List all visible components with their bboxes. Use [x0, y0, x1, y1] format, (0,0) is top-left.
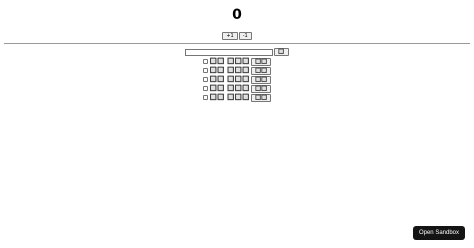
todo-item: 🔲🔲 🔲🔲🔲 🔲🔲	[0, 93, 474, 102]
todo-text: 🔲🔲 🔲🔲🔲	[209, 94, 250, 101]
divider	[4, 43, 470, 44]
counter-value: 0	[232, 7, 242, 23]
todo-text: 🔲🔲 🔲🔲🔲	[209, 85, 250, 92]
open-sandbox-button[interactable]: Open Sandbox	[412, 226, 465, 240]
decrement-button[interactable]: -1	[238, 32, 252, 40]
todo-checkbox[interactable]	[202, 77, 208, 82]
delete-todo-button[interactable]: 🔲🔲	[251, 57, 272, 66]
delete-todo-button[interactable]: 🔲🔲	[251, 75, 272, 84]
add-todo-row: 🔲	[0, 48, 474, 56]
increment-button[interactable]: +1	[222, 32, 238, 40]
todo-item: 🔲🔲 🔲🔲🔲 🔲🔲	[0, 57, 474, 66]
todo-item: 🔲🔲 🔲🔲🔲 🔲🔲	[0, 75, 474, 84]
todo-text: 🔲🔲 🔲🔲🔲	[209, 67, 250, 74]
todo-item: 🔲🔲 🔲🔲🔲 🔲🔲	[0, 66, 474, 75]
todo-input[interactable]	[185, 48, 274, 56]
counter-controls: +1 -1	[0, 32, 474, 40]
todo-checkbox[interactable]	[202, 86, 208, 91]
todo-text: 🔲🔲 🔲🔲🔲	[209, 76, 250, 83]
todo-checkbox[interactable]	[202, 59, 208, 64]
todo-list: 🔲🔲 🔲🔲🔲 🔲🔲 🔲🔲 🔲🔲🔲 🔲🔲 🔲🔲 🔲🔲🔲 🔲🔲 🔲🔲 🔲🔲🔲 🔲🔲 …	[0, 57, 474, 102]
todo-checkbox[interactable]	[202, 68, 208, 73]
todo-checkbox[interactable]	[202, 95, 208, 100]
add-todo-button[interactable]: 🔲	[274, 48, 289, 56]
todo-item: 🔲🔲 🔲🔲🔲 🔲🔲	[0, 84, 474, 93]
delete-todo-button[interactable]: 🔲🔲	[251, 93, 272, 102]
todo-text: 🔲🔲 🔲🔲🔲	[209, 58, 250, 65]
delete-todo-button[interactable]: 🔲🔲	[251, 66, 272, 75]
delete-todo-button[interactable]: 🔲🔲	[251, 84, 272, 93]
